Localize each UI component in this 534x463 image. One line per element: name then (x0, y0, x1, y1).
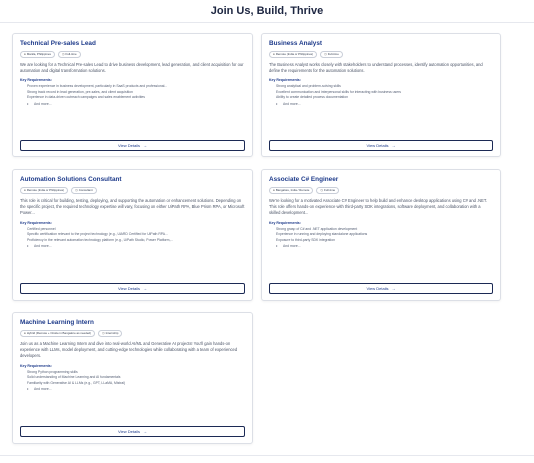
location-badge: ● Hybrid (Remote + Onsite in Bangalore as… (20, 330, 96, 337)
bullet-icon: • (276, 243, 278, 249)
location-pin-icon: ● (24, 188, 26, 192)
requirements-list: Strong Python programming skills Solid u… (20, 370, 245, 393)
location-pin-icon: ● (24, 52, 26, 56)
bullet-icon: • (27, 243, 29, 249)
requirement-more: • And more... (27, 386, 52, 392)
clock-icon: ◷ (61, 52, 65, 56)
job-type-badge: ◷ Full-time (320, 51, 343, 58)
job-title: Automation Solutions Consultant (20, 176, 122, 183)
job-card-technical-presales-lead: Technical Pre-sales Lead ● Manila, Philip… (12, 33, 253, 157)
job-card-business-analyst: Business Analyst ● Remote (India or Phili… (261, 33, 501, 157)
requirements-heading: Key Requirements: (20, 363, 52, 368)
clock-icon: ◷ (75, 188, 78, 192)
job-description: Join us as a Machine Learning Intern and… (20, 341, 238, 359)
job-type-badge: ◷ Internship (98, 330, 123, 337)
job-card-associate-csharp-engineer: Associate C# Engineer ● Bangalore, India … (261, 169, 501, 301)
view-details-button[interactable]: View Details → (20, 426, 245, 437)
location-badge: ● Manila, Philippines (20, 51, 55, 58)
location-pin-icon: ● (273, 52, 275, 56)
location-pin-icon: ● (24, 331, 26, 335)
view-details-button[interactable]: View Details → (20, 283, 245, 294)
arrow-right-icon: → (391, 286, 396, 291)
job-description: The Business Analyst works closely with … (269, 62, 483, 74)
requirements-list: Proven experience in business developmen… (20, 84, 245, 107)
job-card-machine-learning-intern: Machine Learning Intern ● Hybrid (Remote … (12, 312, 253, 444)
job-description: We are looking for a Technical Pre-sales… (20, 62, 244, 74)
requirements-heading: Key Requirements: (20, 78, 52, 83)
arrow-right-icon: → (142, 143, 147, 148)
requirement-more: • And more... (27, 243, 52, 249)
arrow-right-icon: → (391, 143, 396, 148)
view-details-button[interactable]: View Details → (269, 283, 493, 294)
job-type-badge: ◷ Full-time (57, 51, 81, 58)
requirement-more: • And more... (276, 243, 301, 249)
view-details-button[interactable]: View Details → (269, 140, 493, 151)
job-card-automation-solutions-consultant: Automation Solutions Consultant ● Remote … (12, 169, 253, 301)
bullet-icon: • (276, 100, 278, 106)
arrow-right-icon: → (142, 286, 147, 291)
requirement-more: • And more... (276, 100, 301, 106)
clock-icon: ◷ (320, 188, 324, 192)
location-badge: ● Remote (India or Philippines) (20, 187, 69, 194)
bullet-icon: • (27, 100, 29, 106)
title-divider (0, 22, 534, 23)
requirements-heading: Key Requirements: (269, 220, 301, 225)
clock-icon: ◷ (324, 52, 327, 56)
requirements-list: Certified personnel Specific certificati… (20, 227, 245, 250)
job-title: Associate C# Engineer (269, 176, 339, 183)
arrow-right-icon: → (142, 429, 147, 434)
clock-icon: ◷ (102, 331, 105, 335)
job-type-badge: ◷ Full-time (316, 187, 340, 194)
job-type-badge: ◷ Consultant (71, 187, 97, 194)
requirement-more: • And more... (27, 100, 52, 106)
requirements-list: Strong analytical and problem-solving sk… (269, 84, 493, 107)
bullet-icon: • (27, 386, 29, 392)
job-title: Technical Pre-sales Lead (20, 40, 96, 47)
bottom-divider (0, 455, 534, 456)
job-description: This role is critical for building, test… (20, 198, 245, 216)
location-badge: ● Bangalore, India / Remote (269, 187, 314, 194)
page-title: Join Us, Build, Thrive (210, 5, 324, 17)
location-badge: ● Remote (India or Philippines) (269, 51, 318, 58)
job-description: We're looking for a motivated Associate … (269, 198, 488, 216)
requirements-heading: Key Requirements: (269, 78, 301, 83)
job-title: Business Analyst (269, 40, 323, 47)
view-details-button[interactable]: View Details → (20, 140, 245, 151)
job-title: Machine Learning Intern (20, 319, 94, 326)
location-pin-icon: ● (273, 188, 275, 192)
requirements-heading: Key Requirements: (20, 220, 52, 225)
requirements-list: Strong grasp of C# and .NET application … (269, 227, 493, 250)
